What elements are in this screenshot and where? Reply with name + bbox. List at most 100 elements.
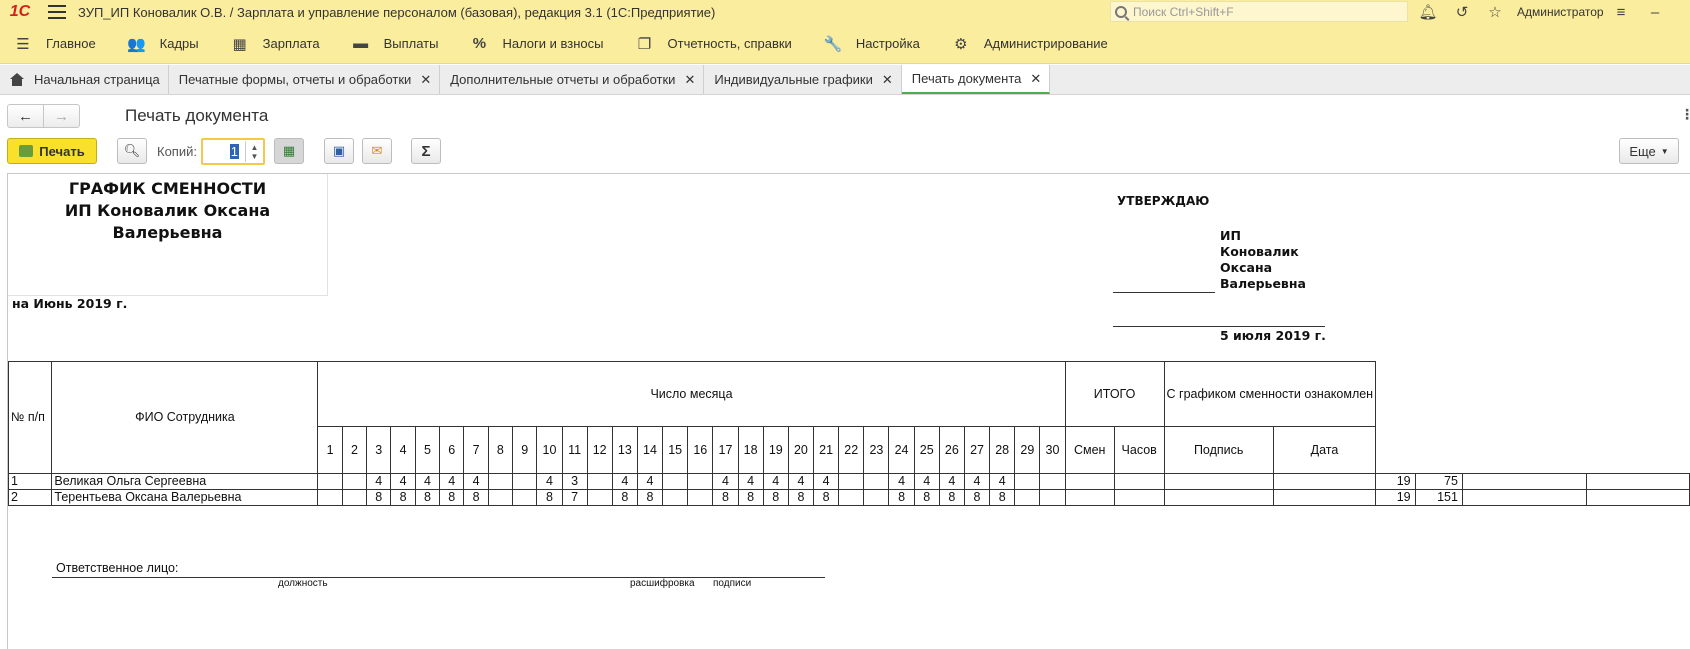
header-day[interactable]: 12: [586, 426, 613, 474]
header-day[interactable]: 28: [989, 426, 1016, 474]
tab-individual-schedules[interactable]: Индивидуальные графики ✕: [704, 65, 902, 94]
cell-day[interactable]: 4: [913, 473, 940, 490]
cell-day[interactable]: 4: [611, 473, 638, 490]
cell-day[interactable]: 4: [390, 473, 416, 490]
cell-extra[interactable]: [1461, 473, 1587, 490]
preview-button[interactable]: 🔍︎: [117, 138, 147, 164]
more-button[interactable]: Еще ▼: [1619, 138, 1679, 164]
header-day[interactable]: 5: [414, 426, 441, 474]
cell-itogo-hours[interactable]: [1113, 473, 1165, 490]
cell-sign[interactable]: [1163, 473, 1274, 490]
header-day[interactable]: 15: [662, 426, 689, 474]
cell-day[interactable]: [863, 473, 890, 490]
cell-day[interactable]: 4: [812, 473, 840, 490]
cell-day[interactable]: 8: [989, 489, 1016, 506]
settings-lines-icon[interactable]: ≡: [1611, 2, 1631, 22]
cell-day[interactable]: 4: [712, 473, 739, 490]
cell-day[interactable]: 4: [938, 473, 965, 490]
tab-home[interactable]: Начальная страница: [0, 65, 169, 94]
header-day[interactable]: 19: [762, 426, 789, 474]
main-menu-icon[interactable]: [48, 5, 66, 19]
cell-day[interactable]: [687, 489, 714, 506]
cell-day[interactable]: 3: [561, 473, 588, 490]
tab-print-document[interactable]: Печать документа ✕: [901, 65, 1051, 94]
header-day[interactable]: 7: [463, 426, 489, 474]
copies-input[interactable]: 1 ▲ ▼: [201, 138, 265, 165]
header-itogo[interactable]: ИТОГО: [1064, 361, 1165, 427]
cell-day[interactable]: [341, 473, 368, 490]
header-day[interactable]: 23: [863, 426, 890, 474]
header-day[interactable]: 6: [439, 426, 465, 474]
cell-day[interactable]: 8: [938, 489, 965, 506]
cell-day[interactable]: 4: [762, 473, 789, 490]
header-shifts[interactable]: Смен: [1064, 426, 1115, 474]
1c-logo[interactable]: 1С: [0, 0, 40, 24]
header-hours[interactable]: Часов: [1113, 426, 1165, 474]
cell-day[interactable]: 4: [737, 473, 764, 490]
search-input[interactable]: Поиск Ctrl+Shift+F: [1110, 1, 1408, 22]
cell-hours-total[interactable]: 75: [1414, 473, 1463, 490]
cell-day[interactable]: [863, 489, 890, 506]
cell-day[interactable]: [1014, 489, 1041, 506]
header-day[interactable]: 10: [536, 426, 563, 474]
header-day[interactable]: 16: [687, 426, 714, 474]
cell-itogo-shifts[interactable]: [1064, 473, 1115, 490]
cell-extra[interactable]: [1585, 489, 1690, 506]
print-button[interactable]: Печать: [7, 138, 97, 164]
header-days[interactable]: Число месяца: [317, 361, 1066, 427]
cell-day[interactable]: [586, 473, 613, 490]
header-day[interactable]: 11: [561, 426, 588, 474]
send-email-button[interactable]: ✉: [362, 138, 392, 164]
cell-extra[interactable]: [1585, 473, 1690, 490]
cell-date[interactable]: [1272, 489, 1377, 506]
sum-button[interactable]: Σ: [411, 138, 441, 164]
close-icon[interactable]: ✕: [882, 72, 893, 88]
cell-day[interactable]: 8: [463, 489, 489, 506]
cell-hours-total[interactable]: 151: [1414, 489, 1463, 506]
header-day[interactable]: 4: [390, 426, 416, 474]
cell-day[interactable]: [687, 473, 714, 490]
header-day[interactable]: 27: [963, 426, 991, 474]
header-day[interactable]: 9: [512, 426, 538, 474]
cell-itogo-hours[interactable]: [1113, 489, 1165, 506]
cell-day[interactable]: 8: [913, 489, 940, 506]
copies-spinner[interactable]: ▲ ▼: [245, 141, 263, 162]
edit-toggle-button[interactable]: ▦: [274, 138, 304, 164]
header-day[interactable]: 2: [341, 426, 368, 474]
menu-item-main[interactable]: ☰ Главное: [12, 24, 95, 64]
cell-day[interactable]: 4: [636, 473, 664, 490]
back-arrow-icon[interactable]: ←: [8, 105, 43, 127]
spreadsheet-document[interactable]: ГРАФИК СМЕННОСТИ ИП Коновалик Оксана Вал…: [7, 173, 1690, 649]
cell-sign[interactable]: [1163, 489, 1274, 506]
cell-fio[interactable]: Терентьева Оксана Валерьевна: [51, 489, 319, 506]
cell-day[interactable]: 8: [963, 489, 991, 506]
user-name[interactable]: Администратор: [1517, 5, 1604, 19]
cell-num[interactable]: 1: [7, 473, 53, 490]
menu-item-settings[interactable]: 🔧 Настройка: [822, 24, 919, 64]
save-button[interactable]: ▣: [324, 138, 354, 164]
cell-day[interactable]: [586, 489, 613, 506]
copies-value[interactable]: 1: [229, 144, 239, 159]
header-day[interactable]: 20: [787, 426, 815, 474]
header-day[interactable]: 18: [737, 426, 764, 474]
menu-item-admin[interactable]: ⚙ Администрирование: [950, 24, 1108, 64]
cell-day[interactable]: [487, 473, 514, 490]
header-day[interactable]: 1: [317, 426, 343, 474]
cell-day[interactable]: [838, 489, 865, 506]
cell-day[interactable]: 8: [787, 489, 815, 506]
cell-shifts-total[interactable]: 19: [1375, 489, 1416, 506]
close-icon[interactable]: ✕: [684, 72, 695, 88]
header-day[interactable]: 29: [1014, 426, 1041, 474]
header-day[interactable]: 8: [487, 426, 514, 474]
cell-day[interactable]: 8: [390, 489, 416, 506]
menu-item-reports[interactable]: ❐ Отчетность, справки: [634, 24, 792, 64]
spin-up-icon[interactable]: ▲: [251, 143, 259, 152]
tab-print-forms[interactable]: Печатные формы, отчеты и обработки ✕: [168, 65, 441, 94]
header-day[interactable]: 13: [611, 426, 638, 474]
cell-shifts-total[interactable]: 19: [1375, 473, 1416, 490]
cell-day[interactable]: 8: [366, 489, 392, 506]
cell-day[interactable]: 4: [536, 473, 563, 490]
cell-day[interactable]: 8: [439, 489, 465, 506]
cell-day[interactable]: [662, 489, 689, 506]
cell-day[interactable]: [512, 473, 538, 490]
